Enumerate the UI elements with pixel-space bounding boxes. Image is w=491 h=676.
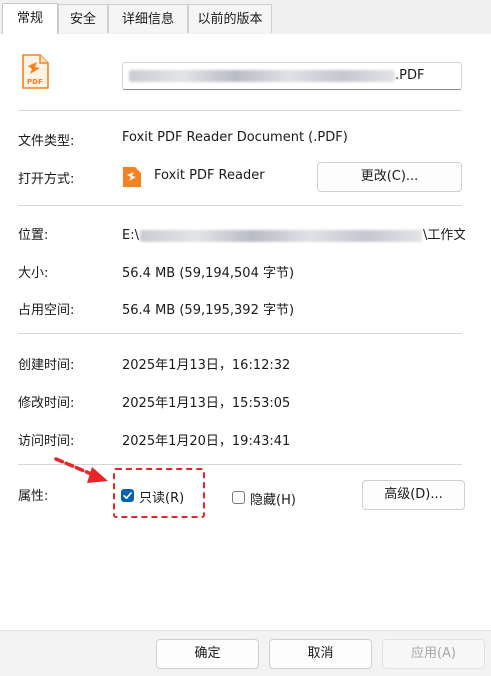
file-name-suffix: .PDF bbox=[395, 68, 425, 83]
checkmark-icon bbox=[123, 492, 132, 499]
hidden-label: 隐藏(H) bbox=[250, 493, 296, 508]
cancel-button[interactable]: 取消 bbox=[269, 639, 372, 669]
tab-security-label: 安全 bbox=[69, 12, 96, 27]
tab-bar: 常规 安全 详细信息 以前的版本 bbox=[0, 0, 491, 35]
size-label: 大小: bbox=[18, 266, 49, 281]
advanced-button-label: 高级(D)... bbox=[384, 487, 443, 502]
size-on-disk-label: 占用空间: bbox=[18, 303, 75, 318]
readonly-label: 只读(R) bbox=[139, 491, 185, 506]
accessed-value: 2025年1月20日，19:43:41 bbox=[122, 434, 291, 449]
tab-previous-versions[interactable]: 以前的版本 bbox=[188, 4, 272, 33]
change-button-label: 更改(C)... bbox=[360, 169, 419, 184]
change-button[interactable]: 更改(C)... bbox=[317, 162, 462, 192]
size-value: 56.4 MB (59,194,504 字节) bbox=[122, 266, 295, 281]
location-value: E:\ \工作文 bbox=[122, 224, 465, 243]
advanced-button[interactable]: 高级(D)... bbox=[362, 480, 465, 510]
ok-button[interactable]: 确定 bbox=[156, 639, 259, 669]
open-with-label: 打开方式: bbox=[18, 172, 75, 187]
svg-text:PDF: PDF bbox=[27, 78, 43, 86]
open-with-value: Foxit PDF Reader bbox=[154, 168, 265, 183]
tab-general-label: 常规 bbox=[16, 11, 43, 26]
created-label: 创建时间: bbox=[18, 358, 75, 373]
dialog-footer: 确定 取消 应用(A) bbox=[0, 630, 491, 676]
general-panel: PDF .PDF 文件类型: Foxit PDF Reader Document… bbox=[0, 34, 491, 630]
pdf-file-icon: PDF bbox=[22, 54, 49, 89]
modified-value: 2025年1月13日，15:53:05 bbox=[122, 396, 291, 411]
tab-details[interactable]: 详细信息 bbox=[108, 4, 188, 33]
hidden-checkbox[interactable] bbox=[232, 491, 245, 504]
tab-general[interactable]: 常规 bbox=[2, 3, 58, 34]
file-name-redacted bbox=[129, 69, 395, 82]
file-type-value: Foxit PDF Reader Document (.PDF) bbox=[122, 130, 348, 145]
created-value: 2025年1月13日，16:12:32 bbox=[122, 358, 291, 373]
apply-button-label: 应用(A) bbox=[410, 646, 457, 661]
location-prefix: E:\ bbox=[122, 228, 139, 243]
modified-label: 修改时间: bbox=[18, 396, 75, 411]
location-label: 位置: bbox=[18, 228, 49, 243]
file-name-input[interactable]: .PDF bbox=[122, 62, 462, 90]
divider bbox=[18, 333, 462, 334]
divider bbox=[18, 110, 462, 111]
ok-button-label: 确定 bbox=[194, 646, 221, 661]
cancel-button-label: 取消 bbox=[307, 646, 334, 661]
size-on-disk-value: 56.4 MB (59,195,392 字节) bbox=[122, 303, 295, 318]
attributes-label: 属性: bbox=[18, 489, 49, 504]
accessed-label: 访问时间: bbox=[18, 434, 75, 449]
foxit-app-icon bbox=[123, 167, 141, 187]
tab-security[interactable]: 安全 bbox=[58, 4, 108, 33]
location-redacted bbox=[139, 229, 422, 242]
tab-details-label: 详细信息 bbox=[121, 12, 174, 27]
location-suffix: \工作文 bbox=[422, 228, 465, 243]
file-type-label: 文件类型: bbox=[18, 134, 75, 149]
readonly-checkbox[interactable] bbox=[121, 489, 134, 502]
apply-button[interactable]: 应用(A) bbox=[382, 639, 485, 669]
annotation-arrow-icon bbox=[54, 457, 108, 483]
divider bbox=[18, 205, 462, 206]
tab-previous-versions-label: 以前的版本 bbox=[197, 12, 263, 27]
